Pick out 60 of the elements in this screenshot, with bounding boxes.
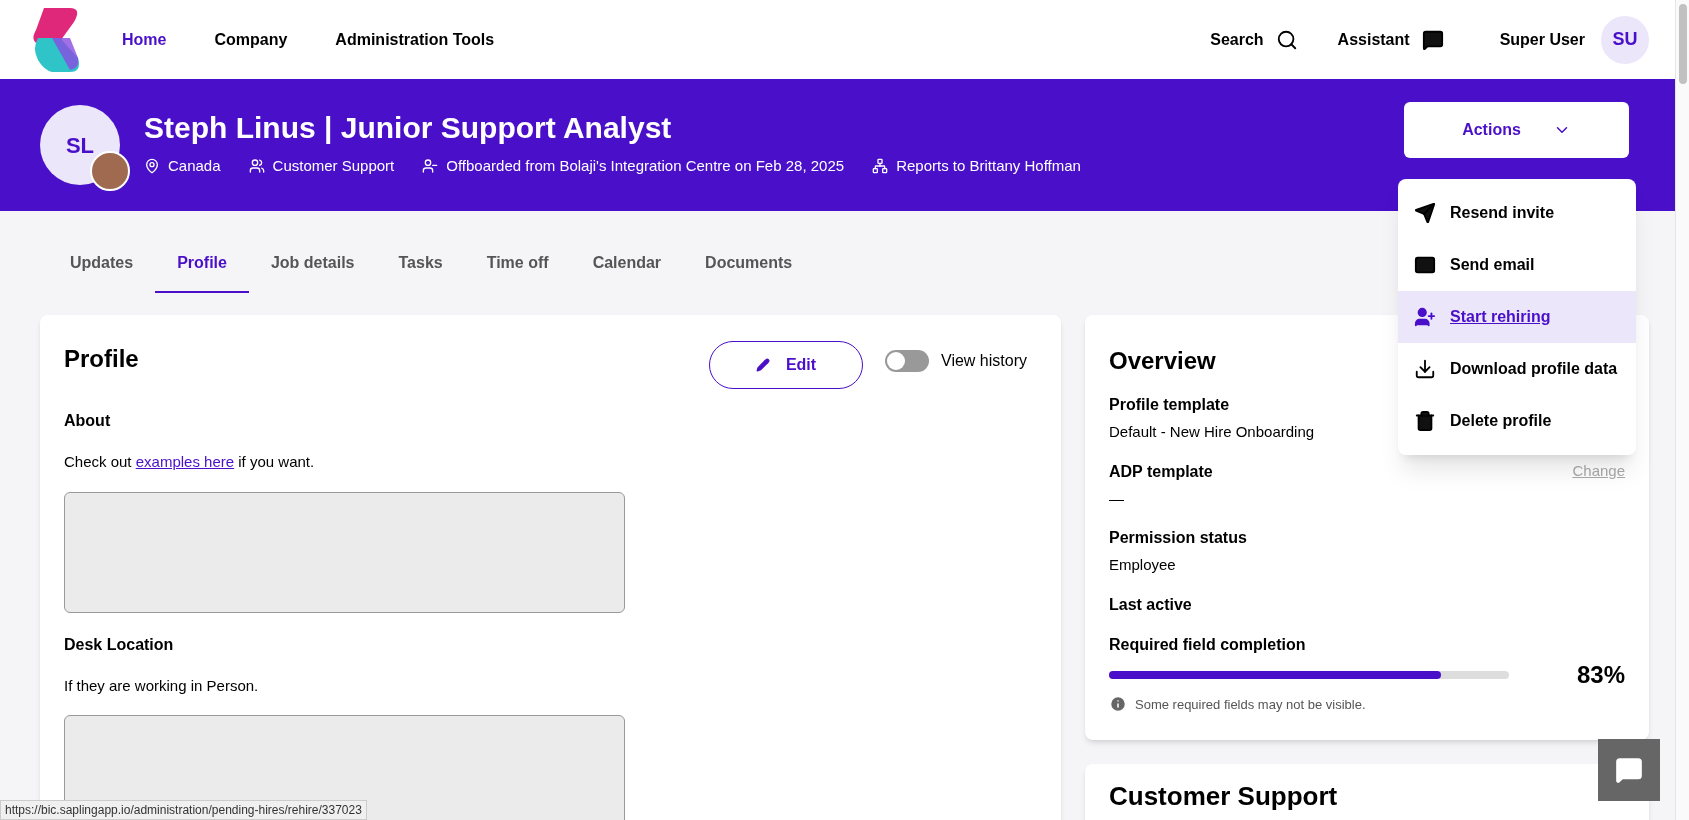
- tab[interactable]: Tasks: [376, 235, 465, 293]
- search-button[interactable]: Search: [1210, 27, 1298, 52]
- nav-link[interactable]: Company: [214, 27, 288, 52]
- header-meta-text: Canada: [168, 155, 221, 176]
- download-icon: [1414, 358, 1436, 380]
- tab[interactable]: Profile: [155, 235, 249, 293]
- tab[interactable]: Time off: [464, 235, 571, 293]
- section-label: About: [64, 411, 112, 431]
- actions-button[interactable]: Actions: [1404, 102, 1629, 158]
- link-url-tooltip: https://bic.saplingapp.io/administration/pending-hires/rehire/337023: [0, 800, 367, 820]
- menu-item[interactable]: Send email: [1398, 239, 1636, 291]
- header-meta-text: Customer Support: [272, 155, 395, 176]
- toggle-label: View history: [941, 351, 1027, 371]
- header-meta-text: Reports to Brittany Hoffman: [896, 155, 1081, 176]
- person-plus-icon: [1414, 306, 1436, 328]
- search-icon: [1275, 28, 1298, 51]
- examples-link[interactable]: examples here: [135, 453, 235, 470]
- field-label: Required field completion: [1109, 634, 1307, 655]
- org-chart-icon: [872, 158, 889, 174]
- field-value: Employee: [1109, 555, 1176, 575]
- user-name: Super User: [1499, 29, 1585, 50]
- menu-item[interactable]: Delete profile: [1398, 395, 1636, 447]
- pencil-icon: [755, 358, 770, 372]
- field-value: —: [1109, 488, 1124, 509]
- menu-item[interactable]: Resend invite: [1398, 187, 1636, 239]
- paper-plane-icon: [1414, 202, 1436, 224]
- completion-percent: 83%: [1576, 659, 1625, 690]
- field-label: Profile template: [1109, 395, 1230, 415]
- section-hint: Check out examples here if you want.: [64, 452, 316, 472]
- field-label: Permission status: [1109, 528, 1247, 548]
- tab[interactable]: Calendar: [570, 235, 684, 293]
- field-label: Last active: [1109, 594, 1192, 615]
- person-minus-icon: [422, 158, 439, 174]
- info-icon: [1109, 695, 1127, 714]
- menu-item[interactable]: Download profile data: [1398, 343, 1636, 395]
- map-pin-icon: [144, 158, 160, 174]
- card-title: Overview: [1109, 346, 1216, 376]
- tab[interactable]: Job details: [248, 235, 377, 293]
- trash-icon: [1414, 410, 1436, 432]
- chat-button[interactable]: [1598, 739, 1660, 801]
- field-label: ADP template: [1109, 461, 1213, 482]
- note-text: Some required fields may not be visible.: [1135, 695, 1366, 714]
- photo-placeholder: [90, 151, 130, 191]
- profile-title: Steph Linus | Junior Support Analyst: [144, 112, 673, 143]
- field-value: Default - New Hire Onboarding: [1109, 422, 1315, 442]
- header-meta-text: Offboarded from Bolaji's Integration Centre on Feb 28, 2025: [446, 155, 845, 176]
- nav-link[interactable]: Administration Tools: [335, 27, 495, 52]
- assistant-button[interactable]: Assistant: [1337, 27, 1444, 52]
- user-avatar[interactable]: SU: [1601, 15, 1649, 64]
- nav-link[interactable]: Home: [122, 27, 167, 52]
- section-label: Desk Location: [64, 634, 175, 655]
- tab[interactable]: Documents: [683, 235, 815, 293]
- card-title: Profile: [64, 344, 139, 374]
- menu-item[interactable]: Start rehiring: [1398, 291, 1636, 343]
- toggle-switch[interactable]: [885, 350, 930, 372]
- tab[interactable]: Updates: [48, 235, 156, 293]
- chat-bubble-icon: [1615, 756, 1643, 784]
- card-title: Customer Support: [1109, 780, 1338, 813]
- section-hint: If they are working in Person.: [64, 675, 260, 696]
- people-icon: [248, 158, 265, 174]
